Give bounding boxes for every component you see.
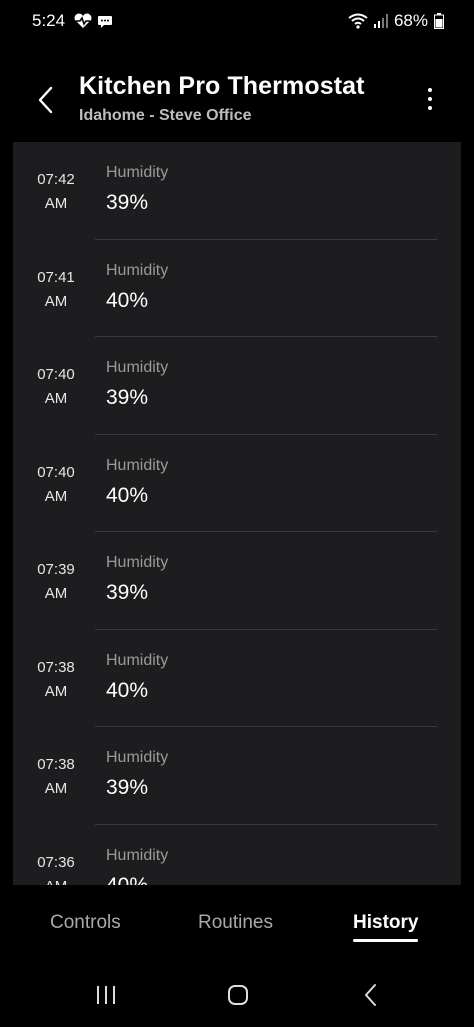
entry-time: 07:40 AM — [33, 461, 79, 509]
entry-time-ampm: AM — [33, 875, 79, 886]
entry-value: 40% — [106, 873, 149, 886]
entry-time-ampm: AM — [44, 487, 68, 505]
more-dot-icon — [428, 88, 432, 92]
wifi-icon — [348, 13, 368, 29]
entry-time-hm: 07:36 — [37, 853, 75, 871]
list-item[interactable]: 07:41 AM Humidity 40% — [13, 240, 461, 337]
tab-history[interactable]: History — [353, 912, 419, 942]
entry-label: Humidity — [106, 846, 169, 864]
entry-value: 39% — [106, 191, 149, 214]
entry-time-hm: 07:39 — [37, 561, 75, 578]
battery-icon — [434, 13, 444, 29]
entry-time-hm: 07:40 — [37, 463, 75, 481]
entry-time: 07:38 AM — [33, 753, 79, 801]
entry-time-hm: 07:38 — [37, 756, 75, 773]
status-bar: 5:24 68% — [0, 0, 474, 44]
entry-value: 39% — [106, 581, 149, 604]
entry-time: 07:38 AM — [33, 656, 79, 704]
entry-time-ampm: AM — [44, 292, 68, 310]
heart-rate-icon — [73, 13, 93, 29]
entry-time-ampm: AM — [44, 780, 68, 797]
list-item[interactable]: 07:39 AM Humidity 39% — [13, 532, 461, 630]
entry-label: Humidity — [106, 554, 169, 571]
tab-label: Routines — [198, 912, 273, 933]
back-button[interactable] — [28, 82, 64, 118]
list-item[interactable]: 07:36 AM Humidity 40% — [13, 825, 461, 886]
home-button[interactable] — [218, 979, 258, 1011]
entry-label: Humidity — [106, 651, 169, 669]
app-header: Kitchen Pro Thermostat Idahome - Steve O… — [0, 62, 474, 140]
list-item[interactable]: 07:42 AM Humidity 39% — [13, 142, 461, 240]
list-item[interactable]: 07:40 AM Humidity 39% — [13, 337, 461, 435]
more-dot-icon — [428, 97, 432, 101]
entry-time-ampm: AM — [44, 682, 68, 700]
active-tab-indicator — [353, 939, 419, 942]
entry-label: Humidity — [106, 359, 169, 376]
battery-percent: 68% — [393, 11, 428, 30]
entry-value: 39% — [106, 386, 149, 409]
entry-label: Humidity — [106, 164, 169, 181]
tab-controls[interactable]: Controls — [50, 912, 121, 934]
status-notification-icons — [73, 13, 113, 29]
tab-label: Controls — [50, 912, 121, 933]
chat-icon — [97, 13, 113, 29]
bottom-tab-bar: Controls Routines History — [0, 885, 474, 957]
home-icon — [228, 985, 248, 1005]
entry-label: Humidity — [106, 261, 169, 279]
entry-value: 40% — [106, 288, 149, 312]
entry-time: 07:36 AM — [33, 851, 79, 886]
entry-label: Humidity — [106, 456, 169, 474]
list-item[interactable]: 07:40 AM Humidity 40% — [13, 435, 461, 532]
system-back-icon — [365, 984, 376, 1006]
entry-time-hm: 07:42 — [37, 171, 75, 188]
history-list[interactable]: 07:42 AM Humidity 39% 07:41 AM Humidity … — [13, 142, 461, 885]
entry-time: 07:42 AM — [33, 168, 79, 216]
back-arrow-icon — [38, 86, 53, 114]
entry-time: 07:40 AM — [33, 363, 79, 411]
status-right: 68% — [348, 11, 444, 31]
entry-value: 40% — [106, 678, 149, 702]
tab-routines[interactable]: Routines — [198, 912, 273, 934]
list-item[interactable]: 07:38 AM Humidity 40% — [13, 630, 461, 727]
entry-time-ampm: AM — [44, 585, 68, 602]
entry-value: 40% — [106, 483, 149, 507]
page-title: Kitchen Pro Thermostat — [79, 72, 365, 100]
recent-apps-icon — [97, 986, 115, 1004]
system-nav-bar — [0, 965, 474, 1027]
system-back-button[interactable] — [351, 979, 391, 1011]
entry-time-ampm: AM — [44, 390, 68, 407]
tab-label: History — [353, 912, 419, 933]
status-time: 5:24 — [32, 11, 66, 30]
signal-icon — [373, 13, 388, 29]
more-options-button[interactable] — [418, 84, 442, 114]
entry-label: Humidity — [106, 749, 169, 766]
entry-time-ampm: AM — [44, 195, 68, 212]
entry-time-hm: 07:41 — [37, 268, 75, 286]
page-subtitle: Idahome - Steve Office — [79, 107, 252, 124]
list-item[interactable]: 07:38 AM Humidity 39% — [13, 727, 461, 825]
entry-time: 07:41 AM — [33, 266, 79, 314]
entry-time-hm: 07:38 — [37, 658, 75, 676]
entry-time-hm: 07:40 — [37, 366, 75, 383]
entry-value: 39% — [106, 776, 149, 799]
entry-time: 07:39 AM — [33, 558, 79, 606]
recent-apps-button[interactable] — [86, 979, 126, 1011]
more-dot-icon — [428, 106, 432, 110]
